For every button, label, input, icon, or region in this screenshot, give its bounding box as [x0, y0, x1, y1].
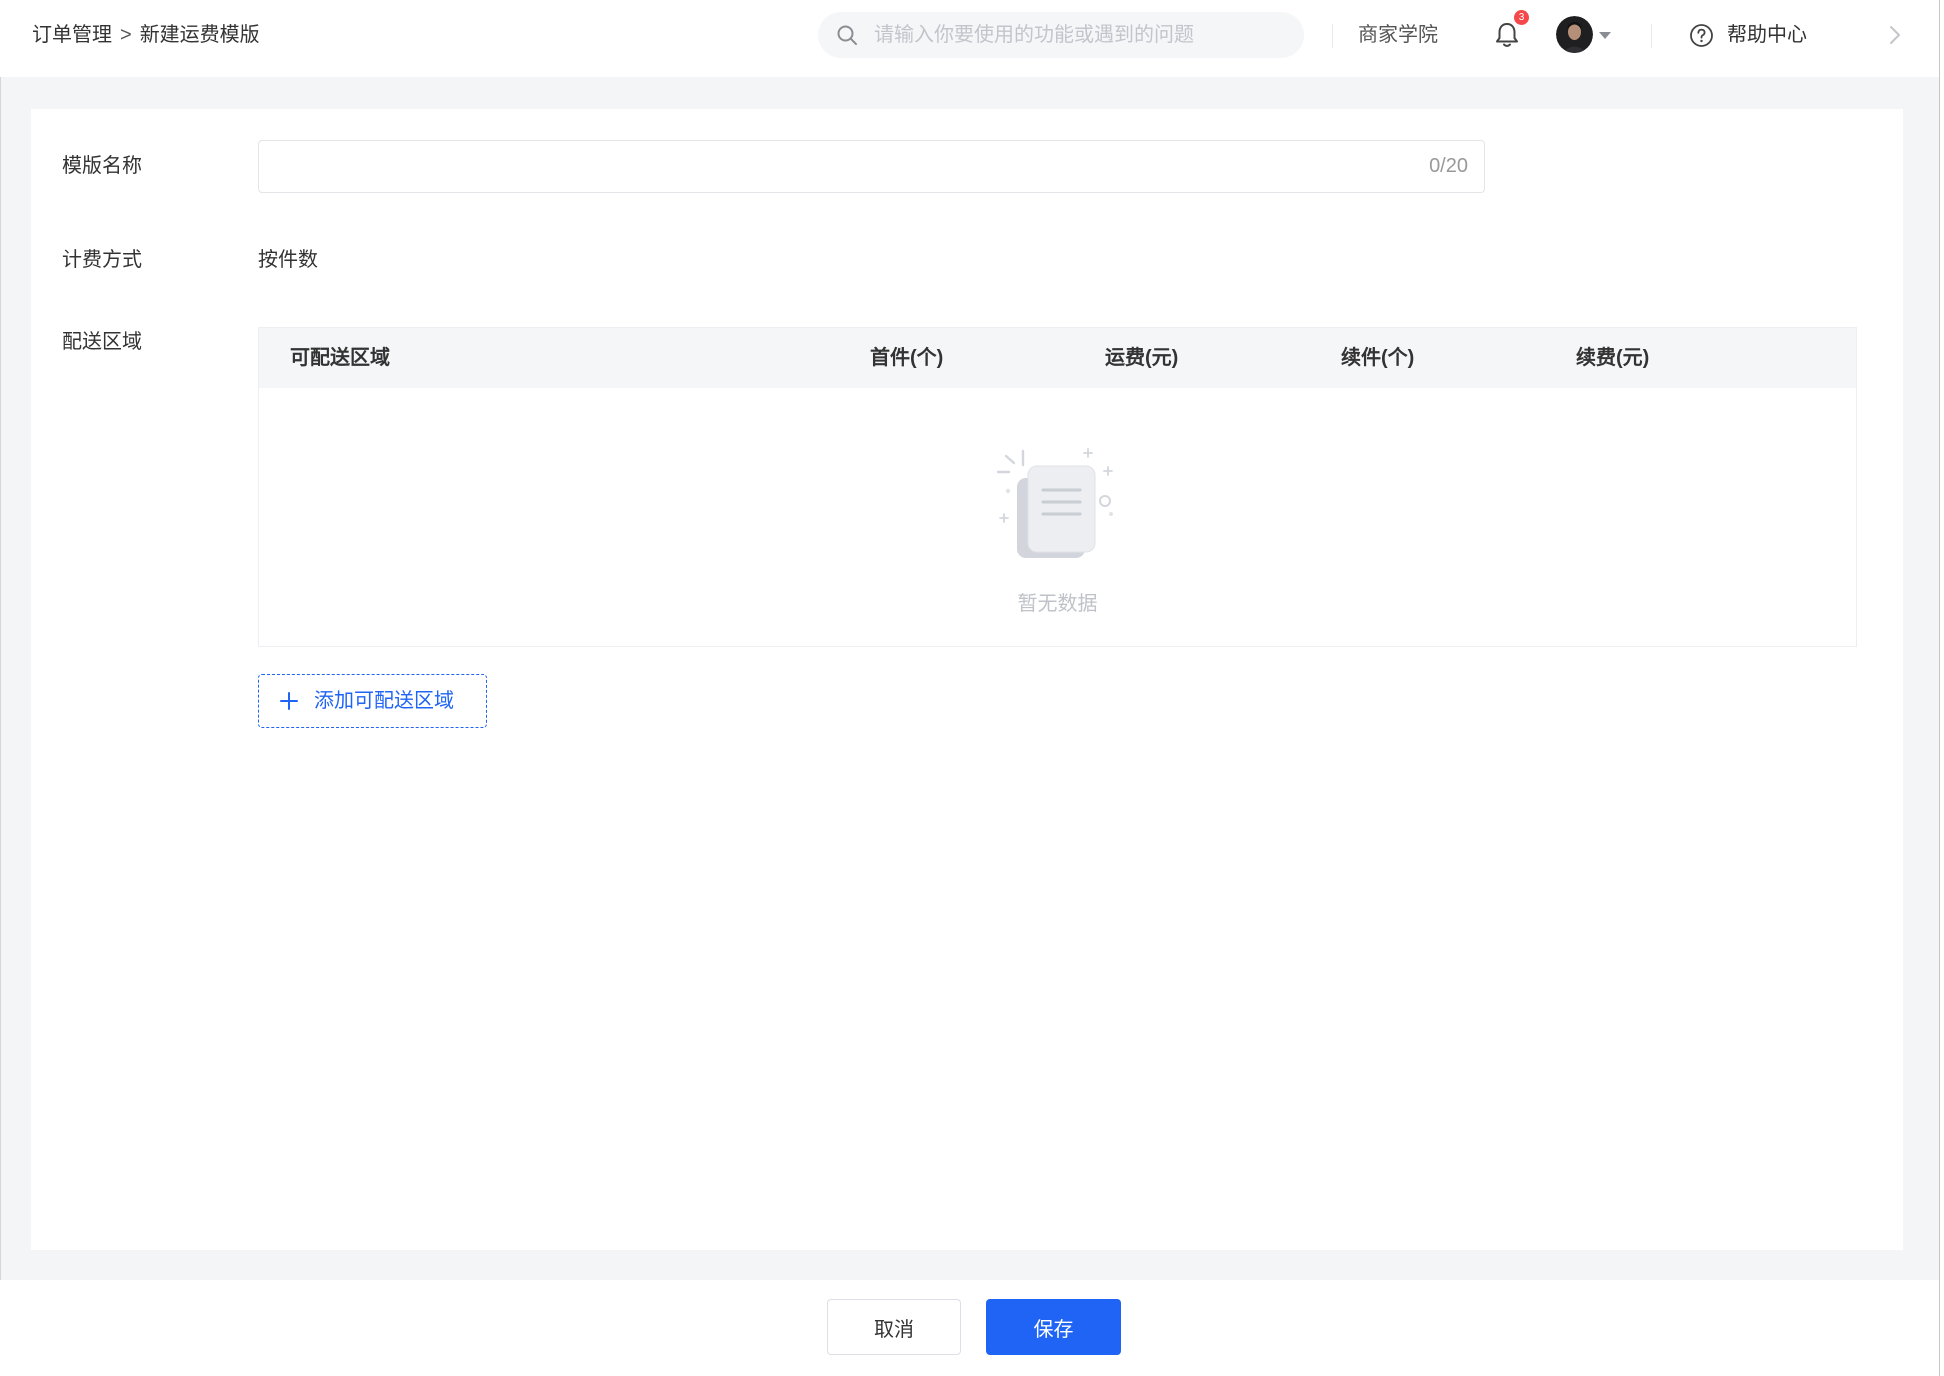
- billing-method-value: 按件数: [258, 249, 318, 271]
- billing-method-label: 计费方式: [62, 249, 142, 271]
- char-counter: 0/20: [1429, 155, 1468, 177]
- notification-badge: 3: [1514, 10, 1529, 25]
- caret-down-icon[interactable]: [1599, 32, 1611, 39]
- column-header-area: 可配送区域: [290, 347, 390, 369]
- add-delivery-area-button[interactable]: 添加可配送区域: [258, 674, 487, 728]
- breadcrumb-current: 新建运费模版: [139, 24, 260, 46]
- save-button[interactable]: 保存: [986, 1299, 1121, 1355]
- column-header-additional-fee: 续费(元): [1576, 347, 1650, 369]
- empty-state-text: 暂无数据: [1017, 593, 1098, 615]
- empty-document-icon: [996, 448, 1113, 558]
- search-input[interactable]: [872, 12, 1282, 58]
- column-header-first-items: 首件(个): [870, 347, 944, 369]
- template-name-label: 模版名称: [62, 155, 142, 177]
- avatar[interactable]: [1556, 16, 1593, 53]
- help-icon[interactable]: [1689, 23, 1714, 48]
- column-header-additional-items: 续件(个): [1341, 347, 1415, 369]
- breadcrumb-parent[interactable]: 订单管理: [32, 24, 112, 46]
- merchant-academy-link[interactable]: 商家学院: [1358, 0, 1438, 70]
- avatar-image: [1556, 16, 1593, 53]
- table-header: 可配送区域 首件(个) 运费(元) 续件(个) 续费(元): [259, 328, 1856, 388]
- bell-icon[interactable]: [1494, 21, 1520, 49]
- add-delivery-area-label: 添加可配送区域: [314, 690, 454, 712]
- header-divider: [1651, 24, 1652, 48]
- footer-action-bar: 取消 保存: [0, 1280, 1944, 1376]
- template-name-input[interactable]: [275, 141, 1375, 192]
- delivery-area-table: 可配送区域 首件(个) 运费(元) 续件(个) 续费(元) 暂无数据: [258, 327, 1857, 647]
- help-center-link[interactable]: 帮助中心: [1727, 0, 1807, 70]
- header-divider: [1332, 24, 1333, 48]
- table-body: 暂无数据: [259, 388, 1856, 646]
- window-left-edge: [0, 0, 1, 1376]
- window-right-strip: [1940, 0, 1944, 1376]
- plus-icon: [280, 692, 298, 710]
- column-header-first-fee: 运费(元): [1105, 347, 1179, 369]
- chevron-right-icon[interactable]: [1886, 24, 1904, 46]
- breadcrumb: 订单管理 > 新建运费模版: [32, 0, 260, 70]
- template-form-card: 模版名称 0/20 计费方式 按件数 配送区域 可配送区域 首件(个) 运费(元…: [31, 109, 1903, 1250]
- top-bar: 订单管理 > 新建运费模版 商家学院 3 帮助中心: [0, 0, 1944, 77]
- global-search: [818, 12, 1304, 58]
- breadcrumb-separator: >: [120, 24, 132, 46]
- cancel-button[interactable]: 取消: [827, 1299, 961, 1355]
- template-name-field[interactable]: 0/20: [258, 140, 1485, 193]
- delivery-area-label: 配送区域: [62, 331, 142, 353]
- search-icon[interactable]: [836, 24, 858, 46]
